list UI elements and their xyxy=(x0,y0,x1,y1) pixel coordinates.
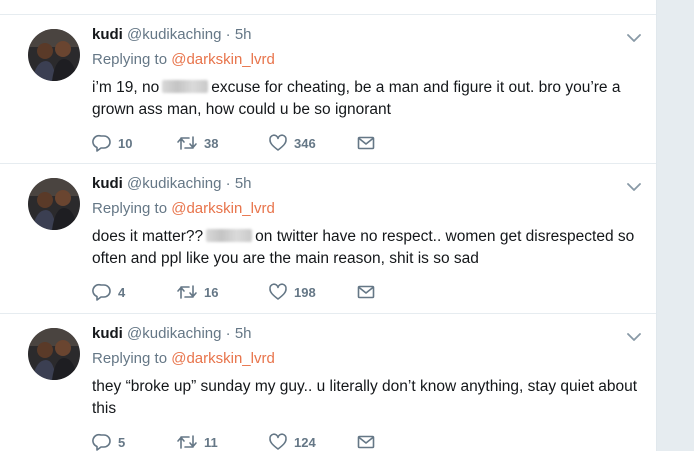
avatar[interactable] xyxy=(28,29,80,81)
mention-link[interactable]: @darkskin_lvrd xyxy=(171,200,275,217)
replying-prefix: Replying to xyxy=(92,200,168,217)
replying-prefix: Replying to xyxy=(92,51,168,68)
retweet-count: 16 xyxy=(204,284,219,300)
separator-dot: · xyxy=(225,175,231,192)
mention-link[interactable]: @darkskin_lvrd xyxy=(171,350,275,367)
user-name[interactable]: kudi xyxy=(92,26,123,43)
reply-icon xyxy=(92,134,111,152)
like-button[interactable]: 346 xyxy=(268,133,316,153)
censored-word xyxy=(162,80,209,93)
retweet-button[interactable]: 16 xyxy=(176,282,218,302)
separator-dot: · xyxy=(225,26,231,43)
direct-message-button[interactable] xyxy=(356,133,376,153)
retweet-count: 11 xyxy=(204,434,218,450)
tweet[interactable]: kudi @kudikaching · 5h Replying to @dark… xyxy=(0,314,656,451)
chevron-down-icon[interactable] xyxy=(626,330,642,342)
tweet-text: does it matter?? on twitter have no respe… xyxy=(92,226,640,270)
retweet-icon xyxy=(177,435,197,449)
retweet-button[interactable]: 38 xyxy=(176,133,218,153)
reply-count: 4 xyxy=(118,284,126,300)
direct-message-button[interactable] xyxy=(356,282,376,302)
reply-count: 5 xyxy=(118,434,126,450)
avatar[interactable] xyxy=(28,178,80,230)
envelope-icon xyxy=(357,435,375,449)
tweet-text-part: i’m 19, no xyxy=(92,79,160,96)
heart-icon xyxy=(269,283,287,300)
retweet-icon xyxy=(177,285,197,299)
tweet-header: kudi @kudikaching · 5h xyxy=(92,324,252,344)
like-button[interactable]: 198 xyxy=(268,282,316,302)
retweet-count: 38 xyxy=(204,135,219,151)
tweet-header: kudi @kudikaching · 5h xyxy=(92,25,252,45)
envelope-icon xyxy=(357,136,375,150)
timestamp[interactable]: 5h xyxy=(235,26,252,43)
envelope-icon xyxy=(357,285,375,299)
replying-to: Replying to @darkskin_lvrd xyxy=(92,349,275,369)
retweet-icon xyxy=(177,136,197,150)
reply-icon xyxy=(92,433,111,451)
avatar[interactable] xyxy=(28,328,80,380)
reply-icon xyxy=(92,283,111,301)
reply-button[interactable]: 4 xyxy=(92,282,125,302)
tweet-text: i’m 19, no excuse for cheating, be a man … xyxy=(92,77,640,121)
chevron-down-icon[interactable] xyxy=(626,31,642,43)
censored-word xyxy=(206,229,253,242)
like-count: 198 xyxy=(294,284,316,300)
replying-to: Replying to @darkskin_lvrd xyxy=(92,50,275,70)
timestamp[interactable]: 5h xyxy=(235,325,252,342)
reply-count: 10 xyxy=(118,135,133,151)
tweet[interactable]: kudi @kudikaching · 5h Replying to @dark… xyxy=(0,164,656,314)
replying-prefix: Replying to xyxy=(92,350,168,367)
like-count: 346 xyxy=(294,135,316,151)
tweet-text-part: they “broke up” sunday my guy.. u litera… xyxy=(92,378,638,417)
user-name[interactable]: kudi xyxy=(92,325,123,342)
tweet-header: kudi @kudikaching · 5h xyxy=(92,174,252,194)
timestamp[interactable]: 5h xyxy=(235,175,252,192)
user-handle[interactable]: @kudikaching xyxy=(127,175,221,192)
retweet-button[interactable]: 11 xyxy=(176,432,218,451)
tweet-text: they “broke up” sunday my guy.. u litera… xyxy=(92,376,640,420)
tweet[interactable]: kudi @kudikaching · 5h Replying to @dark… xyxy=(0,14,656,164)
reply-button[interactable]: 10 xyxy=(92,133,132,153)
replying-to: Replying to @darkskin_lvrd xyxy=(92,199,275,219)
chevron-down-icon[interactable] xyxy=(626,180,642,192)
heart-icon xyxy=(269,134,287,151)
user-name[interactable]: kudi xyxy=(92,175,123,192)
like-button[interactable]: 124 xyxy=(268,432,316,451)
mention-link[interactable]: @darkskin_lvrd xyxy=(171,51,275,68)
heart-icon xyxy=(269,433,287,450)
separator-dot: · xyxy=(225,325,231,342)
tweet-text-part: does it matter?? xyxy=(92,228,204,245)
reply-button[interactable]: 5 xyxy=(92,432,125,451)
user-handle[interactable]: @kudikaching xyxy=(127,26,221,43)
direct-message-button[interactable] xyxy=(356,432,376,451)
like-count: 124 xyxy=(294,434,316,450)
user-handle[interactable]: @kudikaching xyxy=(127,325,221,342)
tweet-feed: kudi @kudikaching · 5h Replying to @dark… xyxy=(0,0,657,451)
